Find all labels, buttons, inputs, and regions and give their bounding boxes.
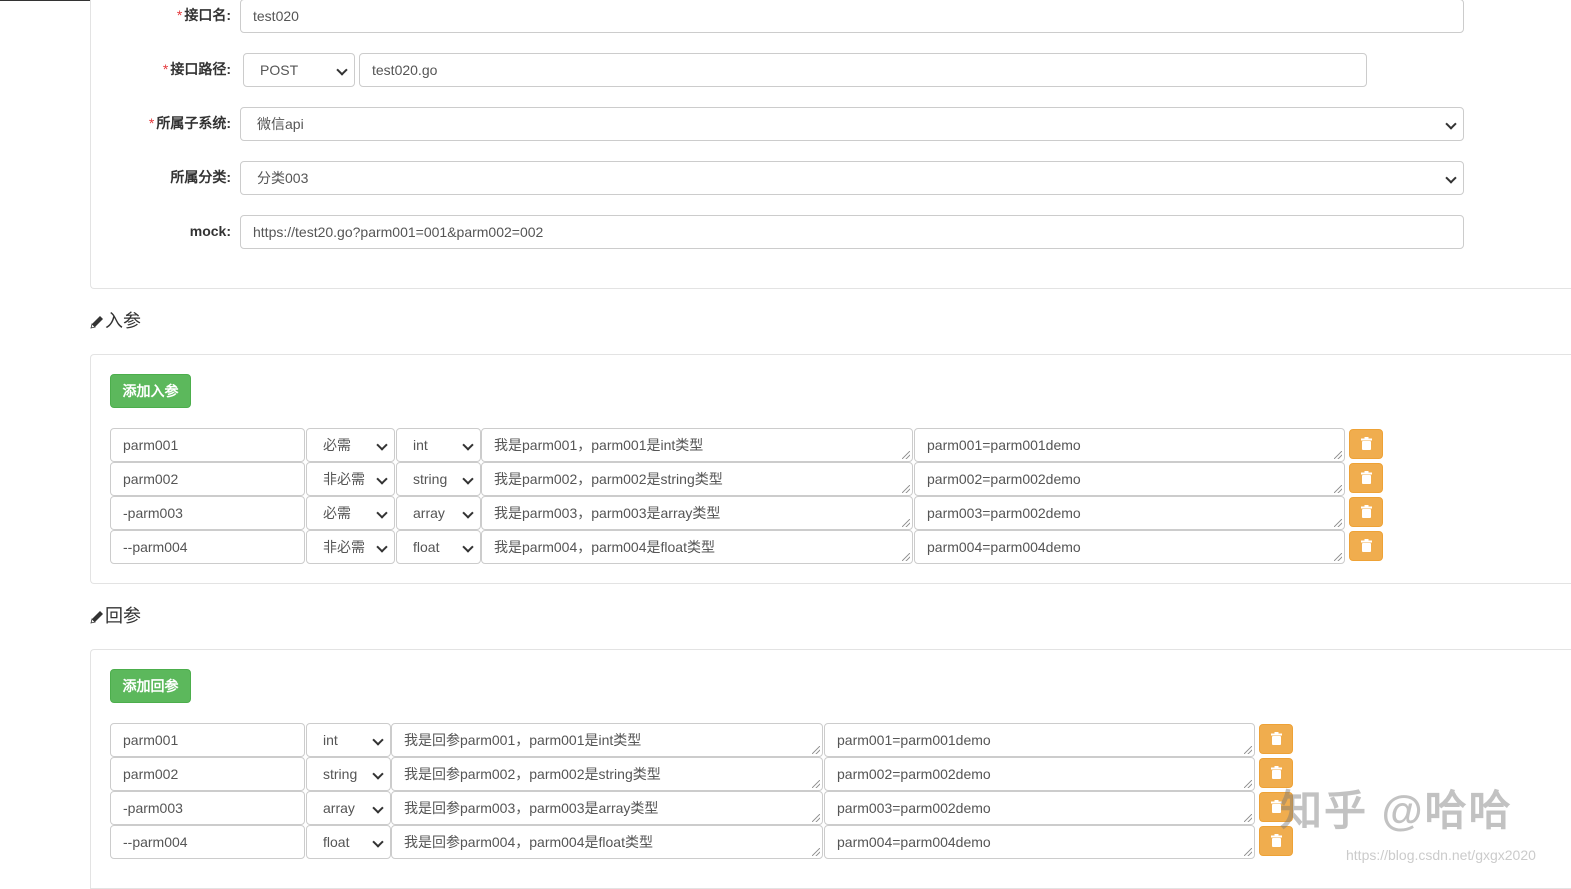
param-example-textarea[interactable]: parm004=parm004demo [824, 825, 1255, 859]
param-required-select[interactable]: 必需 [306, 496, 395, 530]
pencil-icon [90, 316, 103, 329]
api-path-label: * 接口路径: [90, 59, 231, 79]
param-desc-textarea[interactable]: 我是回参parm003，parm003是array类型 [391, 791, 823, 825]
delete-param-button[interactable] [1349, 531, 1383, 561]
trash-icon [1361, 437, 1372, 450]
param-required-select[interactable]: 非必需 [306, 530, 395, 564]
param-desc-textarea[interactable]: 我是回参parm001，parm001是int类型 [391, 723, 823, 757]
param-name-input[interactable]: -parm003 [110, 791, 305, 825]
trash-icon [1271, 732, 1282, 745]
input-params-title-text: 入参 [105, 311, 141, 331]
param-example-textarea[interactable]: parm001=parm001demo [824, 723, 1255, 757]
param-example-textarea[interactable]: parm002=parm002demo [824, 757, 1255, 791]
trash-icon [1361, 505, 1372, 518]
mock-input[interactable]: https://test20.go?parm001=001&parm002=00… [240, 215, 1464, 249]
delete-param-button[interactable] [1349, 429, 1383, 459]
subsystem-label-text: 所属子系统: [156, 115, 231, 131]
param-name-input[interactable]: --parm004 [110, 825, 305, 859]
param-name-input[interactable]: -parm003 [110, 496, 305, 530]
mock-label-text: mock: [189, 223, 231, 239]
trash-icon [1361, 471, 1372, 484]
param-desc-textarea[interactable]: 我是parm003，parm003是array类型 [481, 496, 913, 530]
category-label: 所属分类: [90, 167, 231, 187]
method-select[interactable]: POST [243, 53, 355, 87]
param-desc-textarea[interactable]: 我是parm004，parm004是float类型 [481, 530, 913, 564]
param-type-select[interactable]: float [396, 530, 481, 564]
api-name-label-text: 接口名: [184, 7, 231, 23]
param-type-select[interactable]: array [306, 791, 391, 825]
delete-param-button[interactable] [1349, 497, 1383, 527]
param-desc-textarea[interactable]: 我是回参parm004，parm004是float类型 [391, 825, 823, 859]
param-name-input[interactable]: parm002 [110, 462, 305, 496]
watermark-url: https://blog.csdn.net/gxgx2020 [1346, 847, 1536, 863]
param-type-select[interactable]: string [396, 462, 481, 496]
param-type-select[interactable]: float [306, 825, 391, 859]
param-type-select[interactable]: string [306, 757, 391, 791]
param-required-select[interactable]: 必需 [306, 428, 395, 462]
param-example-textarea[interactable]: parm001=parm001demo [914, 428, 1345, 462]
param-name-input[interactable]: --parm004 [110, 530, 305, 564]
required-star: * [176, 7, 183, 23]
output-params-title: 回参 [90, 604, 141, 628]
param-example-textarea[interactable]: parm003=parm002demo [914, 496, 1345, 530]
param-example-textarea[interactable]: parm004=parm004demo [914, 530, 1345, 564]
category-select[interactable]: 分类003 [240, 161, 1464, 195]
param-name-input[interactable]: parm001 [110, 428, 305, 462]
param-example-textarea[interactable]: parm002=parm002demo [914, 462, 1345, 496]
add-input-param-button[interactable]: 添加入参 [110, 374, 191, 408]
category-label-text: 所属分类: [170, 169, 231, 185]
param-desc-textarea[interactable]: 我是parm001，parm001是int类型 [481, 428, 913, 462]
delete-param-button[interactable] [1349, 463, 1383, 493]
trash-icon [1361, 539, 1372, 552]
add-output-param-button[interactable]: 添加回参 [110, 669, 191, 703]
param-name-input[interactable]: parm002 [110, 757, 305, 791]
watermark: 知乎 @哈哈 [1280, 787, 1513, 834]
param-type-select[interactable]: int [306, 723, 391, 757]
api-name-label: * 接口名: [90, 5, 231, 25]
output-params-title-text: 回参 [105, 606, 141, 626]
param-example-textarea[interactable]: parm003=parm002demo [824, 791, 1255, 825]
api-path-input[interactable]: test020.go [359, 53, 1367, 87]
mock-label: mock: [90, 221, 231, 241]
param-desc-textarea[interactable]: 我是回参parm002，parm002是string类型 [391, 757, 823, 791]
required-star: * [162, 61, 169, 77]
delete-param-button[interactable] [1259, 724, 1293, 754]
subsystem-label: * 所属子系统: [90, 113, 231, 133]
param-required-select[interactable]: 非必需 [306, 462, 395, 496]
param-type-select[interactable]: int [396, 428, 481, 462]
delete-param-button[interactable] [1259, 758, 1293, 788]
subsystem-select[interactable]: 微信api [240, 107, 1464, 141]
api-name-input[interactable]: test020 [240, 0, 1464, 33]
api-path-label-text: 接口路径: [170, 61, 231, 77]
param-desc-textarea[interactable]: 我是parm002，parm002是string类型 [481, 462, 913, 496]
param-type-select[interactable]: array [396, 496, 481, 530]
pencil-icon [90, 611, 103, 624]
param-name-input[interactable]: parm001 [110, 723, 305, 757]
trash-icon [1271, 766, 1282, 779]
input-params-title: 入参 [90, 309, 141, 333]
required-star: * [148, 115, 155, 131]
